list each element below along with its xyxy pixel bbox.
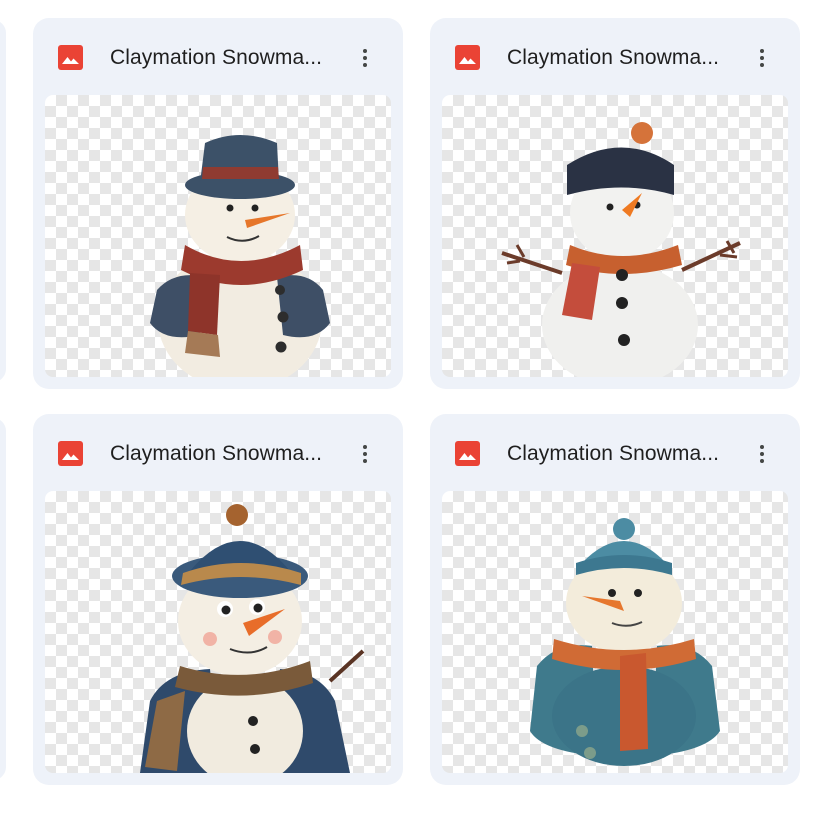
file-grid: Claymation Snowma... Claymation Snowma..… (0, 0, 816, 826)
image-file-icon (455, 45, 480, 70)
partial-file-card[interactable] (0, 418, 6, 780)
file-thumbnail[interactable] (45, 491, 391, 773)
file-name[interactable]: Claymation Snowma... (507, 439, 747, 469)
image-file-icon (455, 441, 480, 466)
more-vert-icon[interactable] (744, 40, 780, 76)
file-card[interactable]: Claymation Snowma... (430, 414, 800, 785)
file-name[interactable]: Claymation Snowma... (507, 43, 747, 73)
file-card[interactable]: Claymation Snowma... (33, 18, 403, 389)
snowman-image (150, 135, 330, 377)
more-vert-icon[interactable] (744, 436, 780, 472)
file-card-header: Claymation Snowma... (33, 18, 403, 94)
file-name[interactable]: Claymation Snowma... (110, 439, 350, 469)
file-card-header: Claymation Snowma... (33, 414, 403, 490)
file-card[interactable]: Claymation Snowma... (430, 18, 800, 389)
snowman-image (140, 504, 365, 773)
image-file-icon (58, 45, 83, 70)
file-card-header: Claymation Snowma... (430, 18, 800, 94)
file-thumbnail[interactable] (442, 491, 788, 773)
image-file-icon (58, 441, 83, 466)
file-card-header: Claymation Snowma... (430, 414, 800, 490)
snowman-image (530, 518, 720, 766)
file-thumbnail[interactable] (45, 95, 391, 377)
partial-file-card[interactable] (0, 20, 6, 382)
more-vert-icon[interactable] (347, 40, 383, 76)
snowman-image (501, 122, 741, 377)
more-vert-icon[interactable] (347, 436, 383, 472)
file-name[interactable]: Claymation Snowma... (110, 43, 350, 73)
file-card[interactable]: Claymation Snowma... (33, 414, 403, 785)
file-thumbnail[interactable] (442, 95, 788, 377)
